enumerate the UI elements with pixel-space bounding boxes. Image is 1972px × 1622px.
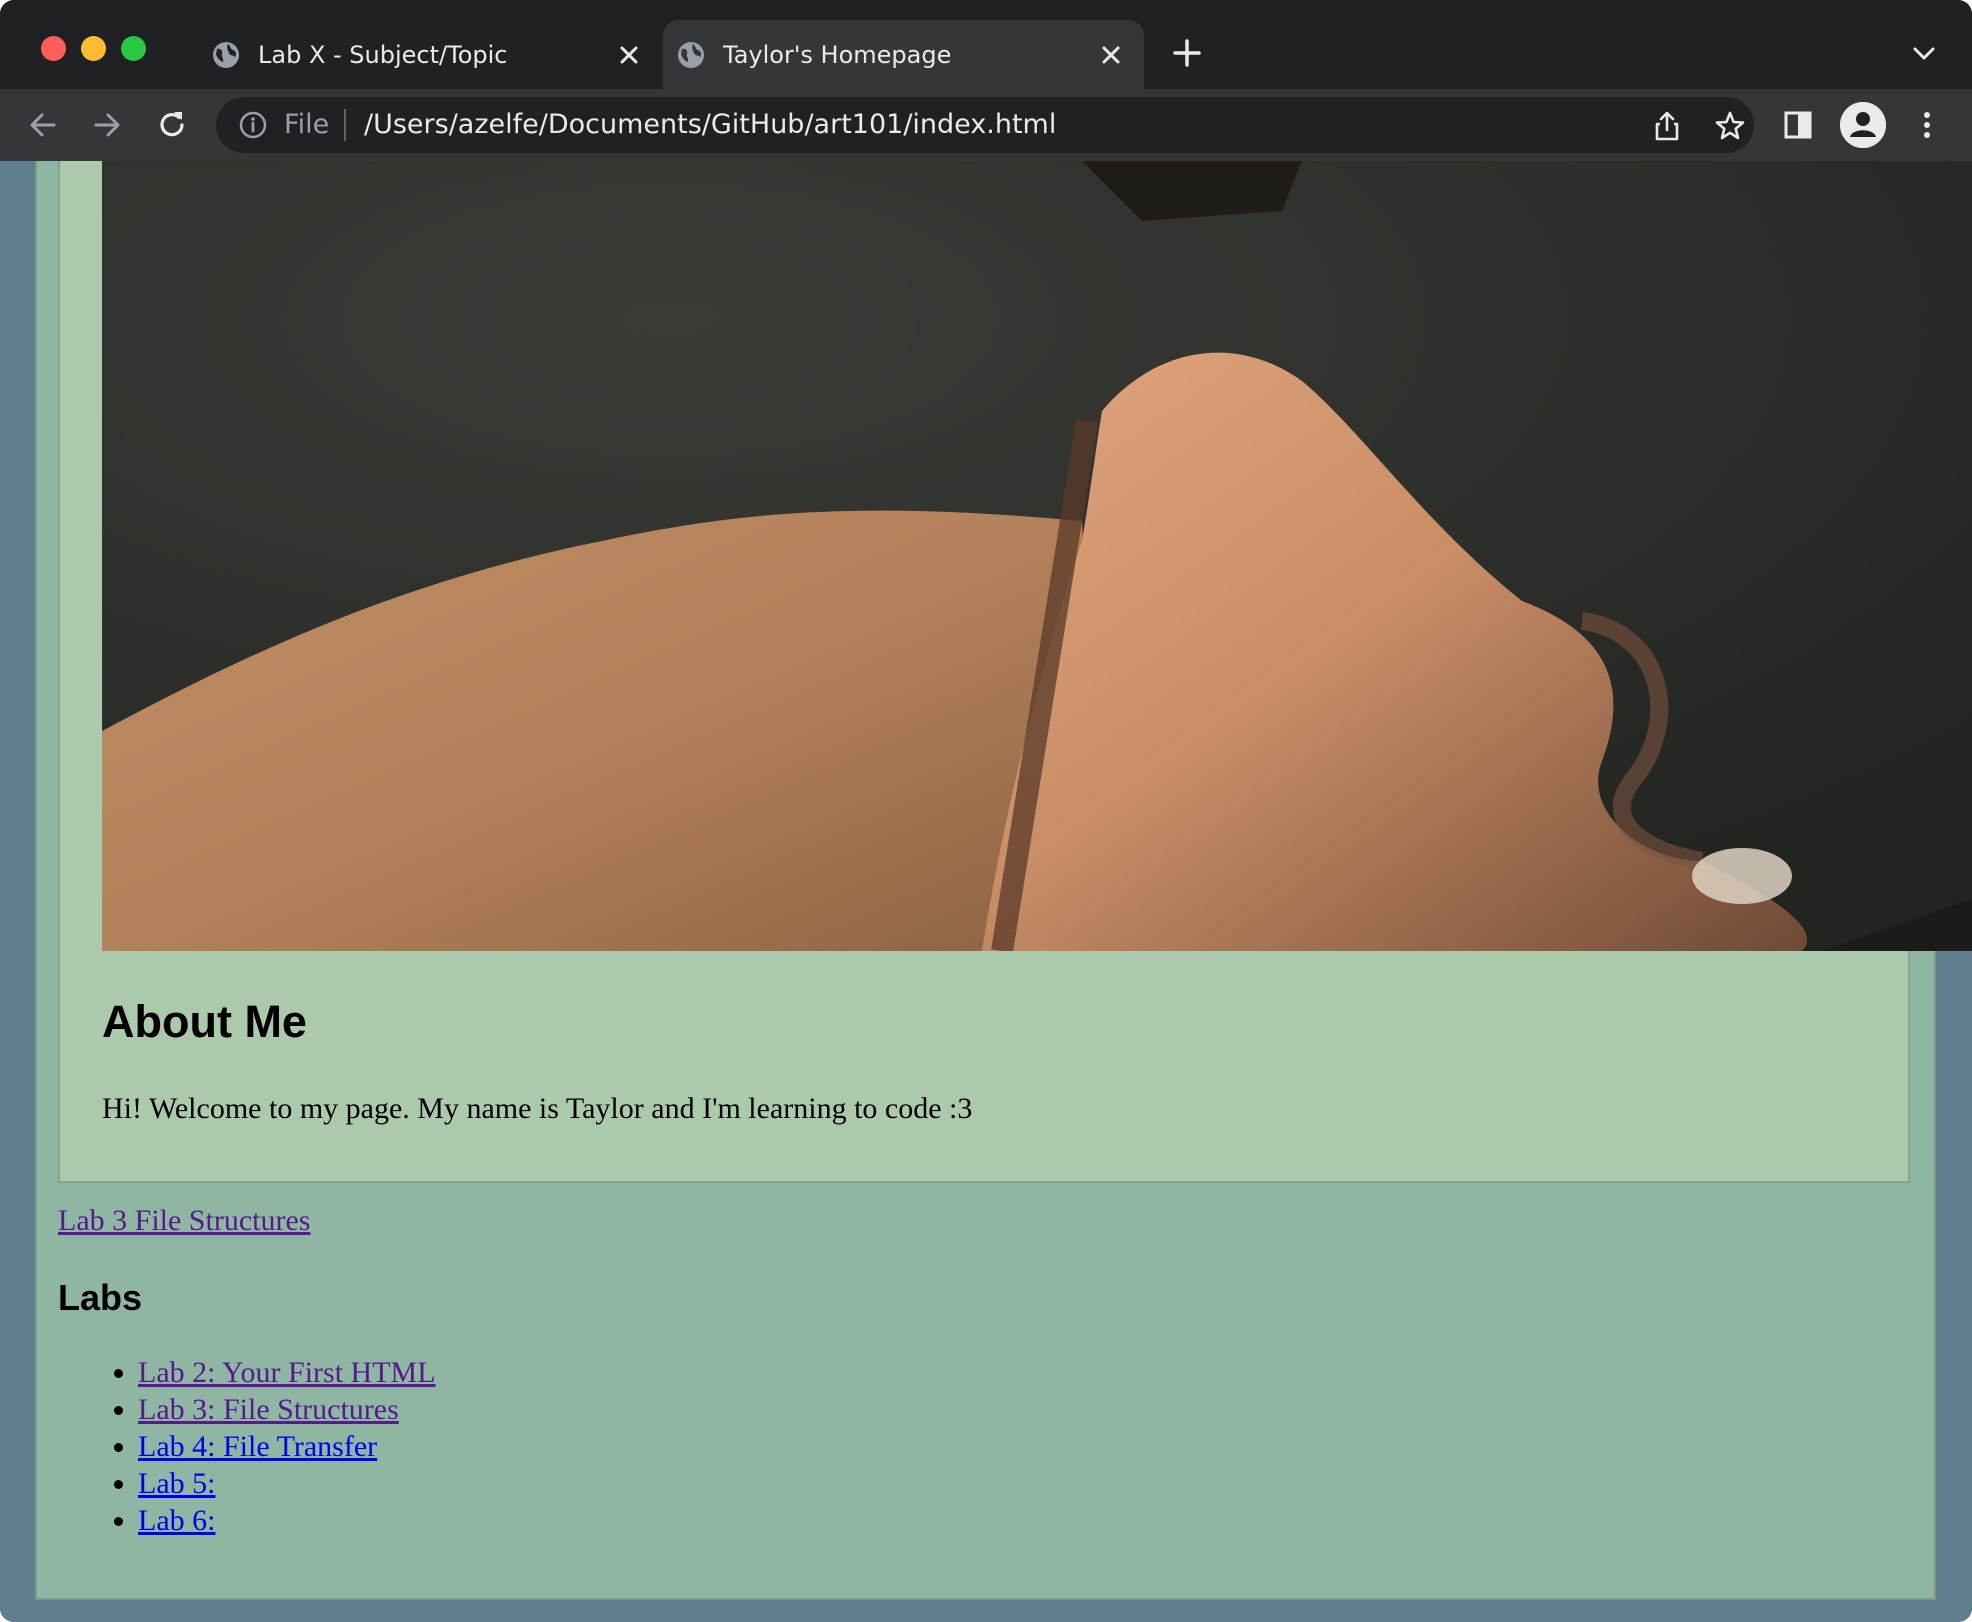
list-item: Lab 6: [138,1502,436,1539]
about-card: About Me Hi! Welcome to my page. My name… [58,161,1972,1183]
lab4-link[interactable]: Lab 4: File Transfer [138,1430,377,1463]
about-text: Hi! Welcome to my page. My name is Taylo… [102,1092,973,1125]
lab2-link[interactable]: Lab 2: Your First HTML [138,1356,436,1389]
side-panel-icon[interactable] [1781,108,1815,142]
lab3-link[interactable]: Lab 3: File Structures [138,1393,399,1426]
page-viewport[interactable]: About Me Hi! Welcome to my page. My name… [0,161,1972,1622]
labs-heading: Labs [58,1277,143,1318]
browser-toolbar: File /Users/azelfe/Documents/GitHub/art1… [0,89,1972,161]
chevron-down-icon[interactable] [1911,44,1937,64]
avatar [1840,102,1886,148]
tab-title: Taylor's Homepage [723,41,952,69]
list-item: Lab 3: File Structures [138,1391,436,1428]
globe-icon [213,42,239,68]
info-icon[interactable] [238,110,268,140]
list-item: Lab 4: File Transfer [138,1428,436,1465]
lab5-link[interactable]: Lab 5: [138,1467,215,1500]
divider [344,109,346,141]
kebab-menu-icon[interactable] [1910,108,1944,142]
page-body: About Me Hi! Welcome to my page. My name… [35,161,1972,1600]
tab-taylors-homepage[interactable]: Taylor's Homepage [663,20,1144,89]
scheme-label: File [284,109,330,140]
arrow-right-icon[interactable] [90,108,124,142]
window-minimize-button[interactable] [81,36,106,61]
window-close-button[interactable] [41,36,66,61]
tab-lab-x[interactable]: Lab X - Subject/Topic [198,20,662,89]
lab3-file-structures-link[interactable]: Lab 3 File Structures [58,1203,310,1239]
url-text[interactable]: /Users/azelfe/Documents/GitHub/art101/in… [364,109,1056,141]
close-icon[interactable] [1098,42,1124,68]
star-icon[interactable] [1713,109,1747,143]
arrow-left-icon[interactable] [26,108,60,142]
browser-window: Lab X - Subject/Topic Taylor's Homepage [0,0,1972,1622]
tab-strip: Lab X - Subject/Topic Taylor's Homepage [0,0,1972,89]
list-item: Lab 2: Your First HTML [138,1354,436,1391]
address-bar[interactable]: File /Users/azelfe/Documents/GitHub/art1… [216,97,1754,153]
close-icon[interactable] [616,42,642,68]
about-heading: About Me [102,996,307,1047]
globe-icon [678,42,704,68]
share-icon[interactable] [1650,109,1684,143]
window-maximize-button[interactable] [121,36,146,61]
labs-list: Lab 2: Your First HTML Lab 3: File Struc… [58,1354,436,1539]
reload-icon[interactable] [155,108,189,142]
plus-icon[interactable] [1172,38,1202,68]
tab-title: Lab X - Subject/Topic [258,41,508,69]
profile-photo [102,161,1972,951]
lab6-link[interactable]: Lab 6: [138,1504,215,1537]
list-item: Lab 5: [138,1465,436,1502]
profile-icon[interactable] [1840,102,1886,148]
